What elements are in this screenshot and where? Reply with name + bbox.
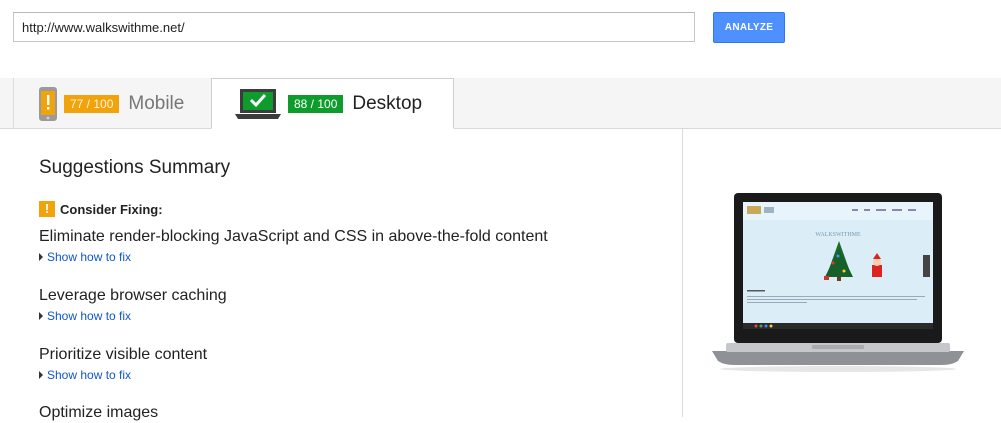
preview-site-name: WALKSWITHME bbox=[815, 232, 861, 238]
expand-triangle-icon bbox=[39, 371, 43, 379]
desktop-laptop-icon bbox=[235, 88, 281, 119]
tab-mobile-label: Mobile bbox=[128, 92, 185, 114]
show-how-to-fix-link[interactable]: Show how to fix bbox=[39, 368, 207, 382]
mobile-phone-icon bbox=[39, 86, 57, 121]
consider-fixing-label: Consider Fixing: bbox=[60, 201, 163, 217]
column-divider bbox=[682, 129, 683, 417]
consider-fixing-header: ! Consider Fixing: bbox=[39, 201, 163, 217]
show-how-to-fix-label: Show how to fix bbox=[47, 368, 132, 382]
show-how-to-fix-link[interactable]: Show how to fix bbox=[39, 309, 227, 323]
expand-triangle-icon bbox=[39, 253, 43, 261]
show-how-to-fix-label: Show how to fix bbox=[47, 250, 132, 264]
mobile-score-badge: 77 / 100 bbox=[64, 94, 120, 113]
page-title: Suggestions Summary bbox=[39, 157, 231, 178]
show-how-to-fix-link[interactable]: Show how to fix bbox=[39, 250, 548, 264]
desktop-preview-image: WALKSWITHME bbox=[712, 193, 964, 372]
suggestion-item: Prioritize visible content Show how to f… bbox=[39, 345, 207, 382]
suggestion-title: Optimize images bbox=[39, 404, 159, 421]
suggestion-title: Leverage browser caching bbox=[39, 287, 227, 304]
show-how-to-fix-label: Show how to fix bbox=[47, 309, 132, 323]
desktop-score-badge: 88 / 100 bbox=[288, 94, 344, 113]
warning-icon: ! bbox=[39, 201, 55, 217]
suggestion-title: Eliminate render-blocking JavaScript and… bbox=[39, 228, 548, 245]
tab-desktop[interactable]: 88 / 100 Desktop bbox=[211, 78, 454, 129]
tab-mobile[interactable]: 77 / 100 Mobile bbox=[13, 78, 211, 129]
suggestion-item: Optimize images bbox=[39, 403, 158, 423]
expand-triangle-icon bbox=[39, 312, 43, 320]
url-input[interactable] bbox=[13, 12, 695, 42]
suggestion-title: Prioritize visible content bbox=[39, 346, 208, 363]
device-tabs: 77 / 100 Mobile 88 / 100 Desktop bbox=[0, 78, 1001, 129]
suggestion-item: Leverage browser caching Show how to fix bbox=[39, 286, 227, 323]
tab-desktop-label: Desktop bbox=[352, 92, 423, 114]
analyze-button[interactable]: ANALYZE bbox=[713, 12, 785, 43]
suggestion-item: Eliminate render-blocking JavaScript and… bbox=[39, 227, 548, 264]
